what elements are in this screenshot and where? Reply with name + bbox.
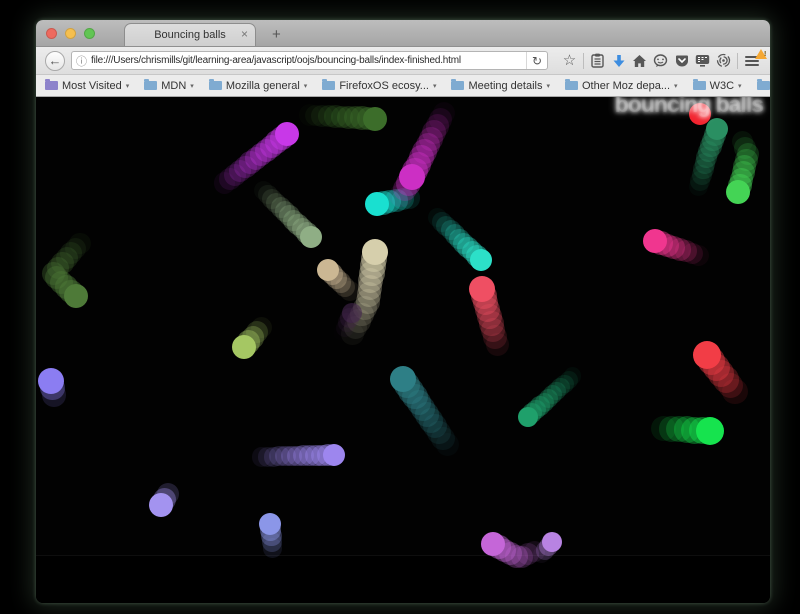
folder-icon (45, 81, 58, 90)
tab-bar: Bouncing balls × + (36, 20, 770, 47)
ball (275, 122, 299, 146)
url-bar[interactable]: ⓘ file:///Users/chrismills/git/learning-… (71, 51, 548, 70)
bookmark-label: W3C (710, 80, 734, 92)
ball (696, 417, 724, 445)
bookmark-item[interactable]: Games▾ (757, 80, 770, 92)
url-text: file:///Users/chrismills/git/learning-ar… (91, 55, 461, 66)
bookmarks-bar: Most Visited▾MDN▾Mozilla general▾Firefox… (36, 75, 770, 97)
close-window-button[interactable] (46, 28, 57, 39)
tab-bouncing-balls[interactable]: Bouncing balls × (124, 23, 256, 46)
bookmark-label: Mozilla general (226, 80, 300, 92)
ball-trail-dot (214, 172, 235, 193)
minimize-window-button[interactable] (65, 28, 76, 39)
home-icon[interactable] (629, 54, 650, 68)
chevron-down-icon: ▾ (304, 82, 308, 90)
ball (38, 368, 64, 394)
chevron-down-icon: ▾ (674, 82, 678, 90)
ball (399, 164, 425, 190)
ball-trail-dot (69, 233, 90, 254)
bookmark-item[interactable]: FirefoxOS ecosy... ▾ (322, 80, 436, 92)
toolbar-separator (583, 53, 584, 69)
folder-icon (451, 81, 464, 90)
ball (259, 513, 281, 535)
bookmark-item[interactable]: Mozilla general ▾ (209, 80, 308, 92)
ball (64, 284, 88, 308)
folder-icon (565, 81, 578, 90)
bookmark-item[interactable]: MDN ▾ (144, 80, 194, 92)
ball-trail-dot (486, 333, 509, 356)
ball (469, 276, 495, 302)
toolbar-separator (737, 53, 738, 69)
ball (317, 259, 339, 281)
bookmark-star-icon[interactable]: ☆ (559, 53, 580, 68)
pocket-icon[interactable] (671, 54, 692, 68)
folder-icon (144, 81, 157, 90)
traffic-lights (46, 28, 95, 39)
ball (342, 303, 362, 323)
bookmark-item[interactable]: Meeting details ▾ (451, 80, 550, 92)
browser-window: Bouncing balls × + ← ⓘ file:///Users/chr… (36, 20, 770, 603)
bookmark-item[interactable]: Most Visited ▾ (45, 80, 129, 92)
folder-icon (322, 81, 335, 90)
chat-bubble-icon[interactable] (650, 54, 671, 68)
chevron-down-icon: ▾ (190, 82, 194, 90)
page-title: bouncing balls (615, 97, 763, 118)
folder-icon (757, 81, 770, 90)
ball (726, 180, 750, 204)
bookmark-item[interactable]: W3C ▾ (693, 80, 742, 92)
bookmark-label: Other Moz depa... (582, 80, 670, 92)
ball-trail-dot (299, 104, 320, 125)
ball (481, 532, 505, 556)
folder-icon (693, 81, 706, 90)
ball (390, 366, 416, 392)
info-icon[interactable]: ⓘ (76, 53, 87, 69)
ball-trail-dot (722, 379, 747, 404)
menu-icon[interactable]: ! (741, 56, 763, 66)
ball (149, 493, 173, 517)
chevron-down-icon: ▾ (126, 82, 130, 90)
ball-trail-dot (254, 181, 273, 200)
youtube-icon[interactable] (692, 54, 713, 67)
ball (362, 239, 388, 265)
bookmark-label: Meeting details (468, 80, 542, 92)
ball (643, 229, 667, 253)
toolbar-icons: ☆ (559, 53, 763, 69)
chevron-down-icon: ▾ (546, 82, 550, 90)
reload-button[interactable]: ↻ (526, 52, 547, 69)
zoom-window-button[interactable] (84, 28, 95, 39)
navigation-bar: ← ⓘ file:///Users/chrismills/git/learnin… (36, 47, 770, 75)
ball (300, 226, 322, 248)
bookmark-label: Most Visited (62, 80, 122, 92)
back-button[interactable]: ← (45, 51, 65, 71)
bookmark-label: FirefoxOS ecosy... (339, 80, 429, 92)
ball-trail-dot (252, 447, 272, 467)
fingerprint-icon[interactable] (713, 53, 734, 68)
downloads-icon[interactable] (608, 54, 629, 68)
tab-close-icon[interactable]: × (241, 28, 248, 40)
reading-list-icon[interactable] (587, 53, 608, 68)
screenshot-stage: Bouncing balls × + ← ⓘ file:///Users/chr… (0, 0, 800, 614)
page-content: bouncing balls (36, 97, 770, 603)
ball (542, 532, 562, 552)
ball (470, 249, 492, 271)
ball-trail-dot (436, 433, 459, 456)
ball-trail-dot (263, 538, 283, 558)
new-tab-button[interactable]: + (272, 28, 281, 42)
ball (363, 107, 387, 131)
folder-icon (209, 81, 222, 90)
bookmark-label: MDN (161, 80, 186, 92)
tab-title: Bouncing balls (154, 29, 226, 41)
chevron-down-icon: ▾ (738, 82, 742, 90)
ball (365, 192, 389, 216)
ball (706, 118, 728, 140)
chevron-down-icon: ▾ (433, 82, 437, 90)
bookmark-item[interactable]: Other Moz depa... ▾ (565, 80, 678, 92)
ball (693, 341, 721, 369)
ball (232, 335, 256, 359)
ball (518, 407, 538, 427)
ball (323, 444, 345, 466)
